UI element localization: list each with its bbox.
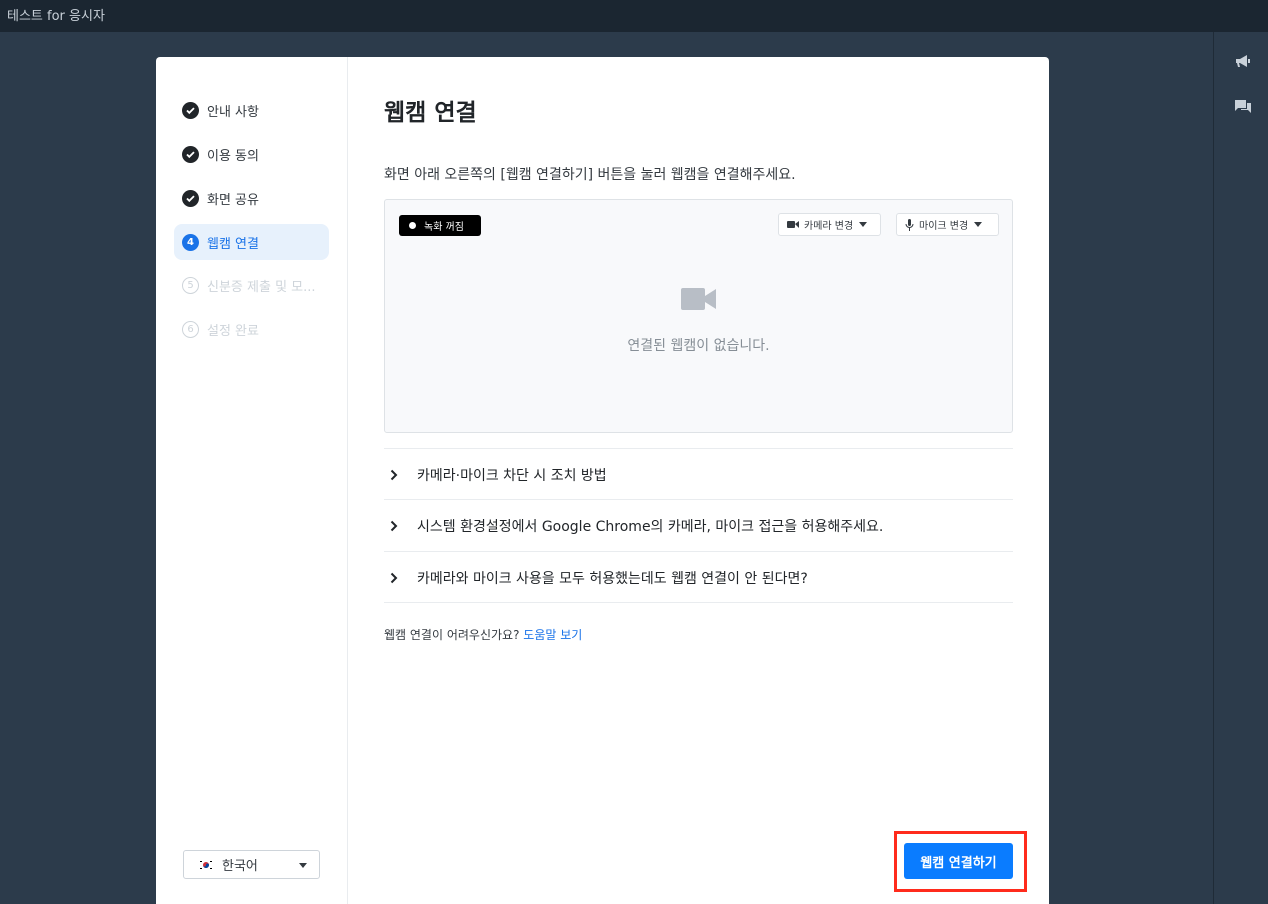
megaphone-icon[interactable] bbox=[1234, 52, 1252, 70]
step-label: 이용 동의 bbox=[207, 148, 259, 164]
step-complete: 6 설정 완료 bbox=[174, 311, 329, 347]
check-icon bbox=[182, 101, 199, 119]
step-number: 5 bbox=[182, 276, 199, 294]
chevron-right-icon bbox=[390, 520, 410, 532]
page-title: 웹캠 연결 bbox=[384, 100, 477, 126]
accordion-label: 카메라와 마이크 사용을 모두 허용했는데도 웹캠 연결이 안 된다면? bbox=[417, 570, 808, 587]
webcam-setup-dialog: 안내 사항 이용 동의 화면 공유 4 웹캠 연결 5 신분증 제출 및 모..… bbox=[156, 57, 1049, 904]
caret-down-icon bbox=[859, 222, 868, 227]
help-text: 웹캠 연결이 어려우신가요? bbox=[384, 628, 520, 642]
chevron-right-icon bbox=[390, 572, 410, 584]
check-icon bbox=[182, 145, 199, 163]
caret-down-icon bbox=[974, 222, 983, 227]
accordion-item[interactable]: 시스템 환경설정에서 Google Chrome의 카메라, 마이크 접근을 허… bbox=[384, 499, 1013, 551]
camera-select-label: 카메라 변경 bbox=[804, 221, 854, 232]
microphone-select[interactable]: 마이크 변경 bbox=[896, 213, 999, 236]
connect-webcam-button[interactable]: 웹캠 연결하기 bbox=[904, 843, 1013, 879]
check-icon bbox=[182, 189, 199, 207]
chat-icon[interactable] bbox=[1234, 98, 1252, 116]
language-select[interactable]: 한국어 bbox=[183, 850, 320, 879]
step-label: 화면 공유 bbox=[207, 192, 259, 208]
step-number: 4 bbox=[182, 233, 199, 251]
korea-flag-icon bbox=[198, 858, 214, 871]
instruction-text: 화면 아래 오른쪽의 [웹캠 연결하기] 버튼을 눌러 웹캠을 연결해주세요. bbox=[384, 167, 796, 183]
video-camera-icon bbox=[787, 221, 799, 228]
webcam-preview: 녹화 꺼짐 카메라 변경 마이크 변경 연결된 웹캠이 없습니다. bbox=[384, 199, 1013, 433]
camera-select[interactable]: 카메라 변경 bbox=[778, 213, 881, 236]
microphone-icon bbox=[905, 218, 914, 231]
no-webcam-message: 연결된 웹캠이 없습니다. bbox=[627, 338, 770, 354]
step-agreement[interactable]: 이용 동의 bbox=[174, 136, 329, 172]
step-label: 웹캠 연결 bbox=[207, 236, 259, 252]
help-line: 웹캠 연결이 어려우신가요? 도움말 보기 bbox=[384, 626, 582, 643]
accordion-item[interactable]: 카메라·마이크 차단 시 조치 방법 bbox=[384, 448, 1013, 500]
right-rail bbox=[1213, 32, 1268, 904]
step-number: 6 bbox=[182, 320, 199, 338]
help-link[interactable]: 도움말 보기 bbox=[523, 628, 582, 642]
record-dot-icon bbox=[409, 222, 416, 229]
step-notice[interactable]: 안내 사항 bbox=[174, 92, 329, 128]
accordion-label: 시스템 환경설정에서 Google Chrome의 카메라, 마이크 접근을 허… bbox=[417, 518, 884, 535]
window-title: 테스트 for 응시자 bbox=[0, 0, 1268, 32]
mic-select-label: 마이크 변경 bbox=[919, 221, 969, 232]
step-label: 설정 완료 bbox=[207, 323, 259, 339]
main-content: 웹캠 연결 화면 아래 오른쪽의 [웹캠 연결하기] 버튼을 눌러 웹캠을 연결… bbox=[384, 57, 1013, 904]
accordion-item[interactable]: 카메라와 마이크 사용을 모두 허용했는데도 웹캠 연결이 안 된다면? bbox=[384, 551, 1013, 603]
step-label: 안내 사항 bbox=[207, 104, 259, 120]
step-id-submit: 5 신분증 제출 및 모... bbox=[174, 267, 329, 303]
language-label: 한국어 bbox=[222, 859, 258, 874]
recording-status-label: 녹화 꺼짐 bbox=[424, 222, 464, 233]
step-sidebar: 안내 사항 이용 동의 화면 공유 4 웹캠 연결 5 신분증 제출 및 모..… bbox=[156, 57, 348, 904]
video-camera-icon bbox=[681, 288, 716, 310]
recording-status-badge: 녹화 꺼짐 bbox=[399, 215, 481, 236]
accordion-label: 카메라·마이크 차단 시 조치 방법 bbox=[417, 467, 607, 484]
chevron-right-icon bbox=[390, 469, 410, 481]
caret-down-icon bbox=[299, 863, 307, 868]
step-label: 신분증 제출 및 모... bbox=[207, 279, 316, 295]
step-screen-share[interactable]: 화면 공유 bbox=[174, 180, 329, 216]
divider bbox=[384, 602, 1013, 603]
step-webcam[interactable]: 4 웹캠 연결 bbox=[174, 224, 329, 260]
